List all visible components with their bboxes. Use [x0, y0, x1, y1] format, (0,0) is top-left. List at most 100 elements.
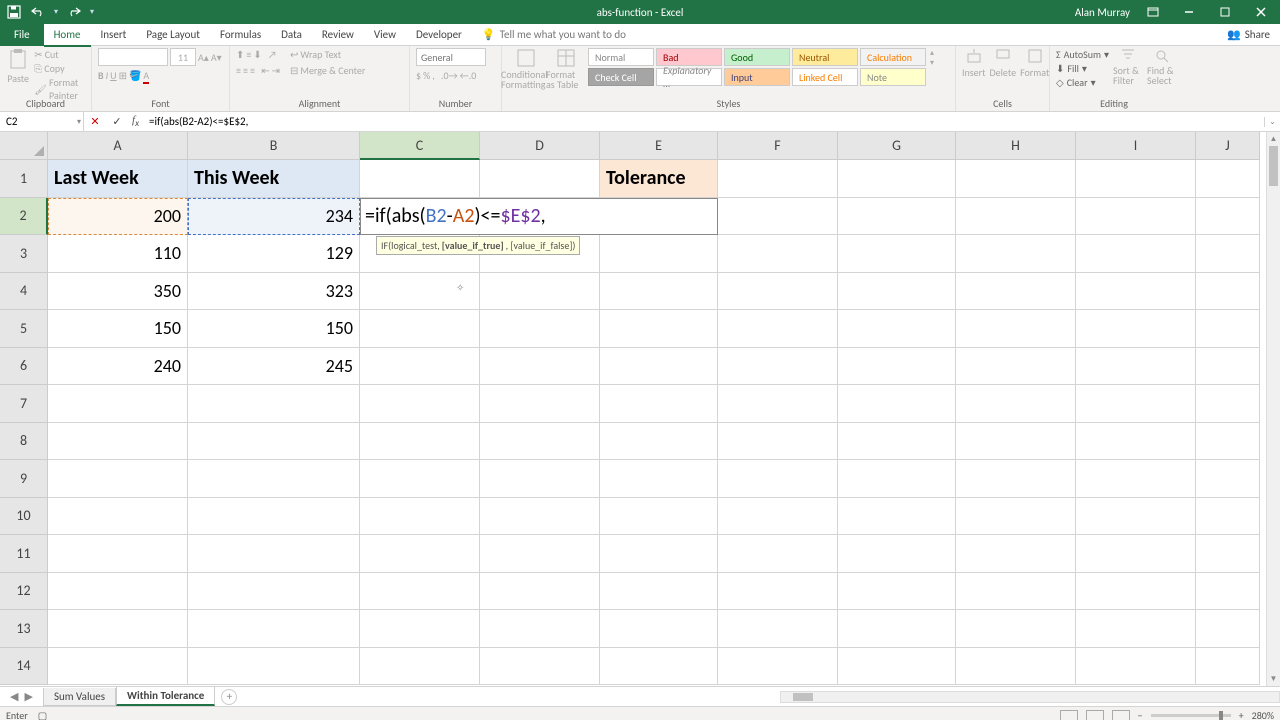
cell-C1[interactable] [360, 160, 480, 198]
cell-A14[interactable] [48, 648, 188, 686]
fill-button[interactable]: ⬇ Fill ▾ [1056, 62, 1109, 75]
cell-D10[interactable] [480, 498, 600, 536]
cell-G6[interactable] [838, 348, 956, 386]
cell-F2[interactable] [718, 198, 838, 236]
tab-home[interactable]: Home [44, 24, 91, 47]
cell-I10[interactable] [1076, 498, 1196, 536]
expand-formula-bar-icon[interactable]: ⌄ [1264, 117, 1280, 127]
cell-G8[interactable] [838, 423, 956, 461]
format-cells-button[interactable]: Format [1020, 48, 1049, 79]
cell-I1[interactable] [1076, 160, 1196, 198]
cell-E5[interactable] [600, 310, 718, 348]
cell-B14[interactable] [188, 648, 360, 686]
cell-H5[interactable] [956, 310, 1076, 348]
cell-A3[interactable]: 110 [48, 235, 188, 273]
tab-insert[interactable]: Insert [91, 24, 137, 45]
cell-C6[interactable] [360, 348, 480, 386]
cell-D11[interactable] [480, 535, 600, 573]
increase-font-icon[interactable]: A▴ [198, 51, 209, 64]
tell-me-search[interactable]: 💡Tell me what you want to do [482, 28, 626, 41]
user-name[interactable]: Alan Murray [1075, 6, 1130, 19]
tab-data[interactable]: Data [271, 24, 312, 45]
cell-A7[interactable] [48, 385, 188, 423]
cancel-formula-icon[interactable]: ✕ [84, 115, 106, 128]
cell-B11[interactable] [188, 535, 360, 573]
cell-B8[interactable] [188, 423, 360, 461]
undo-dropdown-icon[interactable]: ▾ [54, 7, 58, 17]
cell-F11[interactable] [718, 535, 838, 573]
cell-G14[interactable] [838, 648, 956, 686]
cell-E13[interactable] [600, 610, 718, 648]
align-right-icon[interactable]: ≡ [250, 64, 255, 77]
cell-H10[interactable] [956, 498, 1076, 536]
cell-F8[interactable] [718, 423, 838, 461]
cell-E12[interactable] [600, 573, 718, 611]
decrease-indent-icon[interactable]: ⇤ [261, 64, 269, 77]
close-icon[interactable] [1248, 4, 1274, 20]
paste-button[interactable]: Paste [6, 48, 30, 85]
row-header-7[interactable]: 7 [0, 385, 48, 423]
cell-C14[interactable] [360, 648, 480, 686]
cell-J13[interactable] [1196, 610, 1260, 648]
column-header-D[interactable]: D [480, 132, 600, 160]
cell-F4[interactable] [718, 273, 838, 311]
orientation-icon[interactable]: ↗ [268, 48, 277, 61]
cell-E11[interactable] [600, 535, 718, 573]
cell-A8[interactable] [48, 423, 188, 461]
minimize-icon[interactable] [1176, 4, 1202, 20]
cell-C13[interactable] [360, 610, 480, 648]
cell-C9[interactable] [360, 460, 480, 498]
cell-B3[interactable]: 129 [188, 235, 360, 273]
cell-I6[interactable] [1076, 348, 1196, 386]
save-icon[interactable] [6, 4, 22, 20]
style-good[interactable]: Good [724, 48, 790, 66]
sheet-nav[interactable]: ◀▶ [0, 690, 43, 703]
style-explanatory[interactable]: Explanatory ... [656, 68, 722, 86]
cell-F12[interactable] [718, 573, 838, 611]
align-left-icon[interactable]: ≡ [236, 64, 241, 77]
row-header-13[interactable]: 13 [0, 610, 48, 648]
cell-G1[interactable] [838, 160, 956, 198]
conditional-formatting-button[interactable]: Conditional Formatting [508, 48, 544, 90]
row-header-10[interactable]: 10 [0, 498, 48, 536]
cell-H12[interactable] [956, 573, 1076, 611]
align-bottom-icon[interactable]: ⬇ [253, 48, 261, 61]
page-layout-view-button[interactable] [1086, 710, 1104, 720]
cell-I9[interactable] [1076, 460, 1196, 498]
increase-indent-icon[interactable]: ⇥ [272, 64, 280, 77]
zoom-level[interactable]: 280% [1252, 709, 1274, 720]
insert-function-icon[interactable]: fx [128, 114, 143, 129]
row-header-2[interactable]: 2 [0, 198, 48, 236]
align-center-icon[interactable]: ≡ [243, 64, 248, 77]
cell-E14[interactable] [600, 648, 718, 686]
cell-editor[interactable]: =if(abs(B2-A2)<=$E$2, [360, 198, 718, 236]
cell-B9[interactable] [188, 460, 360, 498]
tab-developer[interactable]: Developer [406, 24, 472, 45]
cell-J8[interactable] [1196, 423, 1260, 461]
column-header-B[interactable]: B [188, 132, 360, 160]
row-header-4[interactable]: 4 [0, 273, 48, 311]
cell-C5[interactable] [360, 310, 480, 348]
cell-A9[interactable] [48, 460, 188, 498]
decrease-font-icon[interactable]: A▾ [211, 51, 222, 64]
cell-B10[interactable] [188, 498, 360, 536]
tab-formulas[interactable]: Formulas [210, 24, 271, 45]
sort-filter-button[interactable]: Sort & Filter [1113, 48, 1143, 86]
percent-format-icon[interactable]: % [423, 69, 430, 82]
cell-H9[interactable] [956, 460, 1076, 498]
enter-formula-icon[interactable]: ✓ [106, 115, 128, 128]
cell-H8[interactable] [956, 423, 1076, 461]
column-header-G[interactable]: G [838, 132, 956, 160]
cell-E8[interactable] [600, 423, 718, 461]
sheet-tab-sum-values[interactable]: Sum Values [43, 688, 116, 706]
font-size-input[interactable]: 11 [170, 48, 196, 66]
underline-button[interactable]: U [110, 69, 116, 82]
cell-I5[interactable] [1076, 310, 1196, 348]
cell-A1[interactable]: Last Week [48, 160, 188, 198]
style-check-cell[interactable]: Check Cell [588, 68, 654, 86]
delete-cells-button[interactable]: Delete [990, 48, 1017, 79]
styles-more-button[interactable]: ▴▾ [930, 48, 934, 68]
italic-button[interactable]: I [106, 69, 109, 82]
cell-A11[interactable] [48, 535, 188, 573]
select-all-corner[interactable] [0, 132, 48, 160]
